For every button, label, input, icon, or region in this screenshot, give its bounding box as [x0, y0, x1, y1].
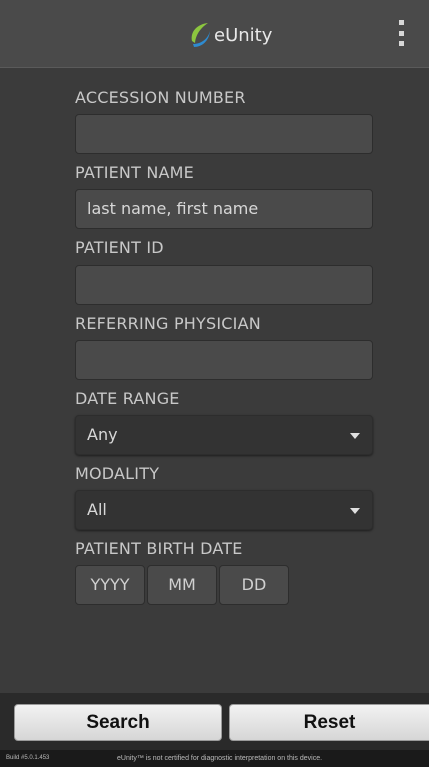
patient-name-input[interactable]: last name, first name	[75, 189, 373, 229]
reset-button[interactable]: Reset	[229, 704, 429, 741]
overflow-menu-icon[interactable]	[394, 20, 408, 46]
modality-value: All	[87, 500, 107, 519]
patient-id-label: PATIENT ID	[75, 238, 164, 257]
accession-number-label: ACCESSION NUMBER	[75, 88, 246, 107]
date-range-label: DATE RANGE	[75, 389, 180, 408]
birth-year-input[interactable]: YYYY	[75, 565, 145, 605]
app-name: eUnity	[214, 24, 273, 46]
dropdown-caret-icon	[350, 508, 360, 514]
referring-physician-label: REFERRING PHYSICIAN	[75, 314, 261, 333]
birth-day-input[interactable]: DD	[219, 565, 289, 605]
eunity-logo-icon	[191, 23, 210, 47]
modality-select[interactable]: All	[75, 490, 373, 530]
app-header: eUnity	[0, 0, 429, 68]
date-range-value: Any	[87, 425, 118, 444]
accession-number-input[interactable]	[75, 114, 373, 154]
referring-physician-input[interactable]	[75, 340, 373, 380]
app-logo: eUnity	[188, 20, 272, 50]
date-range-select[interactable]: Any	[75, 415, 373, 455]
dropdown-caret-icon	[350, 433, 360, 439]
patient-id-input[interactable]	[75, 265, 373, 305]
status-footer: Build #5.0.1.453 eUnity™ is not certifie…	[0, 750, 429, 767]
action-bar: Search Reset	[0, 693, 429, 750]
build-number: Build #5.0.1.453	[6, 755, 50, 761]
birth-date-label: PATIENT BIRTH DATE	[75, 539, 243, 558]
certification-disclaimer: eUnity™ is not certified for diagnostic …	[117, 755, 323, 762]
patient-name-label: PATIENT NAME	[75, 163, 194, 182]
search-button[interactable]: Search	[14, 704, 222, 741]
birth-month-input[interactable]: MM	[147, 565, 217, 605]
modality-label: MODALITY	[75, 464, 160, 483]
